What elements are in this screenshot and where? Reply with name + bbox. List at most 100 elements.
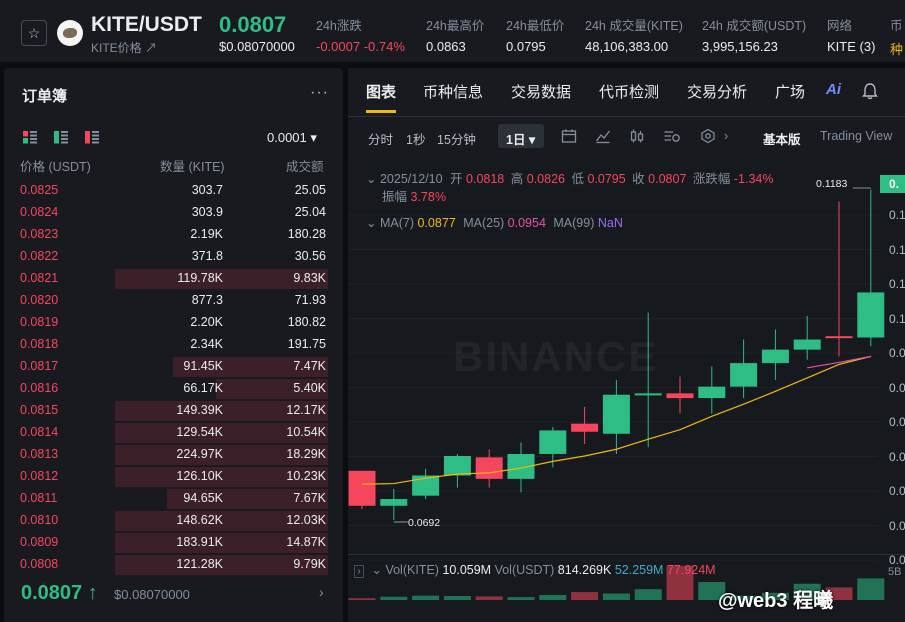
table-row[interactable]: 0.0812 126.10K 10.23K bbox=[4, 466, 343, 488]
candle-body bbox=[761, 349, 789, 364]
ask-quantity: 2.19K bbox=[190, 227, 223, 241]
book-view-both-icon[interactable] bbox=[23, 131, 37, 144]
price-axis-label: 0.0 bbox=[889, 449, 905, 464]
table-row[interactable]: 0.0824 303.9 25.04 bbox=[4, 202, 343, 224]
candle-body bbox=[666, 393, 694, 399]
ask-total: 30.56 bbox=[294, 249, 326, 263]
volume-bar bbox=[348, 598, 376, 600]
table-row[interactable]: 0.0810 148.62K 12.03K bbox=[4, 510, 343, 532]
ask-total: 9.79K bbox=[293, 557, 326, 571]
tab-square[interactable]: 广场 bbox=[775, 81, 805, 102]
basic-view-button[interactable]: 基本版 bbox=[763, 129, 801, 148]
indicator-icon[interactable] bbox=[595, 128, 611, 144]
stat-value-low: 0.0795 bbox=[506, 39, 546, 54]
ask-price: 0.0824 bbox=[20, 205, 59, 219]
calendar-icon[interactable] bbox=[561, 128, 577, 144]
collapse-icon[interactable]: ⌄ bbox=[366, 172, 376, 186]
low-marker-label: 0.0692 bbox=[408, 517, 441, 529]
table-row[interactable]: 0.0823 2.19K 180.28 bbox=[4, 224, 343, 246]
table-row[interactable]: 0.0809 183.91K 14.87K bbox=[4, 532, 343, 554]
tab-trade-analysis[interactable]: 交易分析 bbox=[687, 81, 747, 102]
table-row[interactable]: 0.0825 303.7 25.05 bbox=[4, 180, 343, 202]
ask-price: 0.0812 bbox=[20, 469, 59, 483]
tab-coin-info[interactable]: 币种信息 bbox=[423, 81, 483, 102]
collapse-icon[interactable]: › bbox=[354, 565, 364, 578]
price-axis-label: 0.1 bbox=[889, 311, 905, 326]
bell-icon[interactable] bbox=[862, 82, 878, 100]
ask-quantity: 119.78K bbox=[177, 271, 223, 285]
chevron-right-icon[interactable]: › bbox=[319, 584, 324, 600]
precision-select[interactable]: 0.0001 ▾ bbox=[267, 130, 317, 146]
book-view-asks-icon[interactable] bbox=[85, 131, 99, 144]
candle-body bbox=[443, 455, 471, 476]
amplitude-info: 振幅 3.78% bbox=[382, 190, 446, 204]
favorite-star-button[interactable]: ☆ bbox=[21, 20, 47, 46]
table-row[interactable]: 0.0822 371.8 30.56 bbox=[4, 246, 343, 268]
ai-button[interactable]: Ai bbox=[826, 81, 841, 98]
ask-total: 180.28 bbox=[287, 227, 326, 241]
table-row[interactable]: 0.0814 129.54K 10.54K bbox=[4, 422, 343, 444]
ask-quantity: 303.9 bbox=[191, 205, 223, 219]
candle-body bbox=[730, 363, 758, 387]
ask-price: 0.0814 bbox=[20, 425, 59, 439]
table-row[interactable]: 0.0815 149.39K 12.17K bbox=[4, 400, 343, 422]
ask-quantity: 121.28K bbox=[176, 557, 223, 571]
price-axis-label: 0.1 bbox=[889, 242, 905, 257]
ask-price: 0.0823 bbox=[20, 227, 59, 241]
table-row[interactable]: 0.0813 224.97K 18.29K bbox=[4, 444, 343, 466]
candle-style-icon[interactable] bbox=[629, 128, 645, 144]
mid-price[interactable]: 0.0807 ↑ bbox=[21, 582, 98, 605]
table-row[interactable]: 0.0819 2.20K 180.82 bbox=[4, 312, 343, 334]
volume-divider bbox=[348, 554, 905, 555]
book-view-bids-icon[interactable] bbox=[54, 131, 68, 144]
tab-token-check[interactable]: 代币检测 bbox=[599, 81, 659, 102]
pair-name[interactable]: KITE/USDT bbox=[91, 13, 202, 37]
interval-1d[interactable]: 1日 ▾ bbox=[506, 129, 535, 148]
table-row[interactable]: 0.0818 2.34K 191.75 bbox=[4, 334, 343, 356]
stat-value-token[interactable]: 种 bbox=[890, 39, 903, 58]
current-price-tag: 0. bbox=[880, 175, 905, 193]
tab-chart[interactable]: 图表 bbox=[366, 81, 396, 102]
time-share-button[interactable]: 分时 bbox=[368, 129, 393, 148]
star-icon: ☆ bbox=[27, 24, 41, 41]
table-row[interactable]: 0.0820 877.3 71.93 bbox=[4, 290, 343, 312]
volume-bar bbox=[602, 593, 630, 600]
active-tab-indicator bbox=[366, 110, 396, 113]
collapse-icon[interactable]: ⌄ bbox=[366, 216, 376, 230]
stat-label-network: 网络 bbox=[827, 19, 853, 33]
table-row[interactable]: 0.0821 119.78K 9.83K bbox=[4, 268, 343, 290]
tab-divider bbox=[348, 116, 905, 117]
stat-value-volume: 48,106,383.00 bbox=[585, 39, 669, 54]
interval-1s[interactable]: 1秒 bbox=[406, 129, 425, 148]
stat-label-token: 币 bbox=[890, 19, 903, 33]
ask-total: 10.23K bbox=[286, 469, 326, 483]
stat-value-network[interactable]: KITE (3) bbox=[827, 39, 875, 54]
interval-15m[interactable]: 15分钟 bbox=[437, 129, 476, 148]
ask-total: 180.82 bbox=[287, 315, 326, 329]
tab-trading-data[interactable]: 交易数据 bbox=[511, 81, 571, 102]
table-row[interactable]: 0.0817 91.45K 7.47K bbox=[4, 356, 343, 378]
ask-quantity: 148.62K bbox=[176, 513, 223, 527]
tradingview-button[interactable]: Trading View bbox=[820, 129, 892, 143]
depth-chart-icon[interactable] bbox=[663, 128, 681, 144]
table-row[interactable]: 0.0808 121.28K 9.79K bbox=[4, 554, 343, 576]
ask-total: 14.87K bbox=[286, 535, 326, 549]
table-row[interactable]: 0.0811 94.65K 7.67K bbox=[4, 488, 343, 510]
ask-total: 25.04 bbox=[294, 205, 326, 219]
candlestick-chart-area[interactable]: BINANCE ⌄ 2025/12/10 开 0.0818 高 0.0826 低… bbox=[348, 158, 905, 622]
ask-price: 0.0819 bbox=[20, 315, 59, 329]
chevron-right-icon[interactable]: › bbox=[724, 129, 728, 143]
table-row[interactable]: 0.0816 66.17K 5.40K bbox=[4, 378, 343, 400]
volume-bar bbox=[507, 597, 535, 600]
settings-hex-icon[interactable] bbox=[700, 128, 716, 144]
ask-total: 12.17K bbox=[286, 403, 326, 417]
volume-bar bbox=[539, 594, 567, 600]
volume-bar bbox=[380, 596, 408, 600]
pair-price-link[interactable]: KITE价格 ↗ bbox=[91, 39, 157, 56]
ask-quantity: 224.97K bbox=[176, 447, 223, 461]
collapse-icon[interactable]: ⌄ bbox=[371, 563, 381, 577]
overlay-watermark: @web3 程曦 bbox=[718, 590, 834, 612]
column-header-qty: 数量 (KITE) bbox=[160, 160, 225, 174]
high-marker-label: 0.1183 bbox=[816, 178, 848, 190]
more-options-icon[interactable]: ··· bbox=[310, 84, 329, 102]
